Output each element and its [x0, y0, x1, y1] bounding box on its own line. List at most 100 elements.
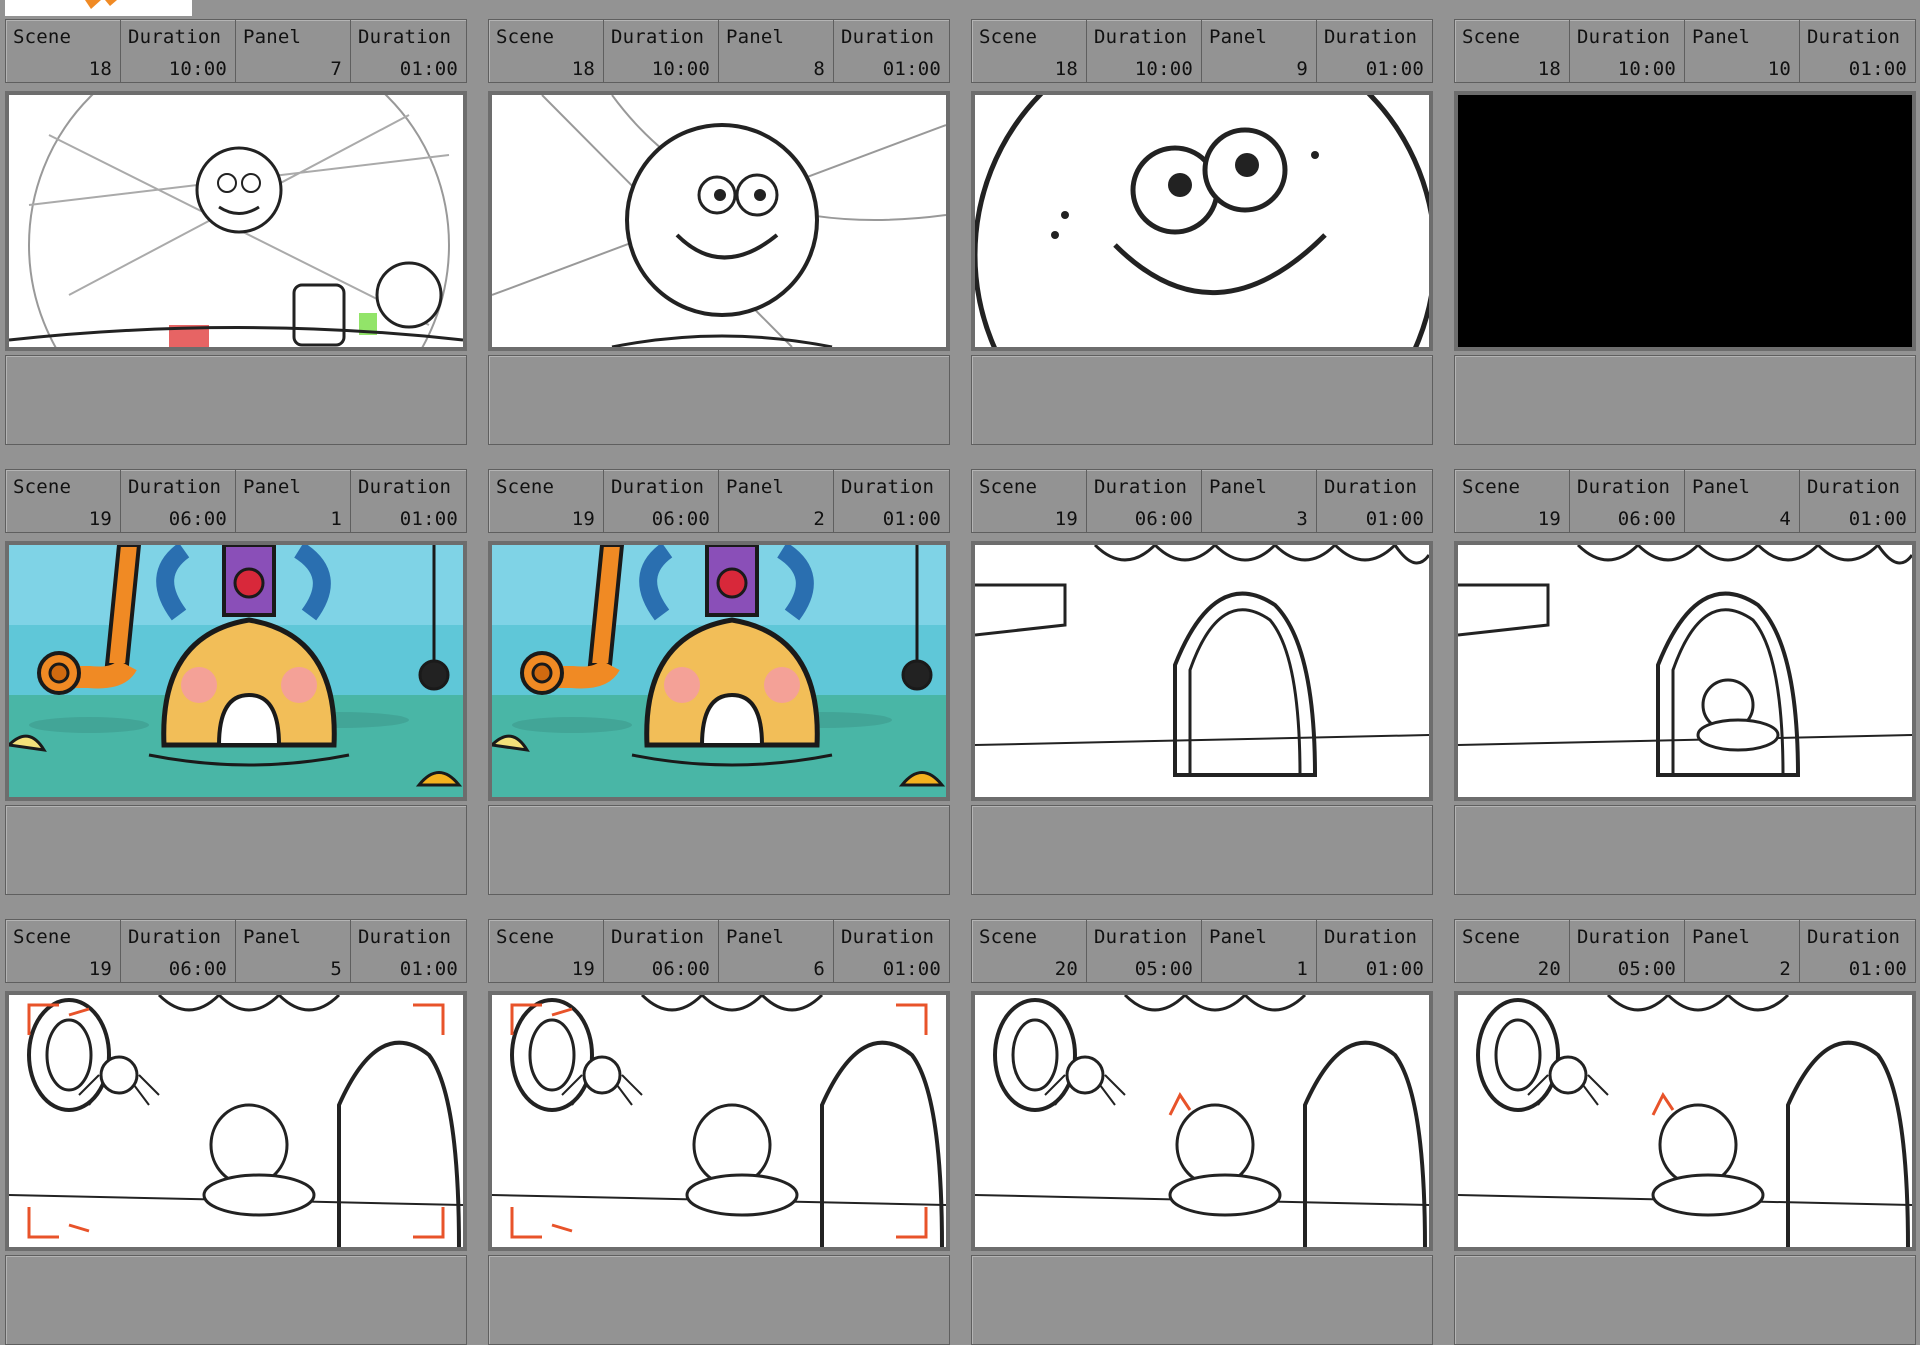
panel-duration-cell: Duration 01:00 — [351, 20, 466, 82]
panel-image[interactable] — [5, 991, 467, 1251]
scene-duration-value: 10:00 — [1134, 58, 1193, 80]
scene-number: 19 — [88, 508, 112, 530]
panel-notes-field[interactable] — [5, 355, 467, 445]
panel-image[interactable] — [488, 991, 950, 1251]
scene-duration-cell: Duration 05:00 — [1570, 920, 1685, 982]
panel-duration-value: 01:00 — [882, 58, 941, 80]
scene-label: Scene — [979, 476, 1038, 498]
panel-notes-field[interactable] — [5, 805, 467, 895]
scene-duration-value: 10:00 — [1617, 58, 1676, 80]
panel-duration-cell: Duration 01:00 — [1317, 470, 1432, 532]
panel-duration-value: 01:00 — [399, 958, 458, 980]
scene-duration-label: Duration — [611, 476, 705, 498]
panel-header: Scene 18 Duration 10:00 Panel 10 Duratio… — [1454, 19, 1916, 83]
panel-label: Panel — [726, 476, 785, 498]
scene-label: Scene — [1462, 476, 1521, 498]
panel-label: Panel — [726, 926, 785, 948]
panel-image[interactable] — [1454, 991, 1916, 1251]
panel-duration-value: 01:00 — [1848, 958, 1907, 980]
scene-cell: Scene 18 — [972, 20, 1087, 82]
panel-duration-cell: Duration 01:00 — [834, 470, 949, 532]
panel-image[interactable] — [971, 91, 1433, 351]
panel-duration-cell: Duration 01:00 — [834, 20, 949, 82]
panel-duration-label: Duration — [1324, 476, 1418, 498]
panel-number: 6 — [813, 958, 825, 980]
scene-duration-label: Duration — [128, 26, 222, 48]
panel-drawing — [1458, 545, 1912, 777]
scene-cell: Scene 18 — [1455, 20, 1570, 82]
scene-duration-label: Duration — [1094, 26, 1188, 48]
scene-number: 19 — [571, 508, 595, 530]
panel-label: Panel — [1692, 476, 1751, 498]
panel-notes-field[interactable] — [488, 355, 950, 445]
scene-label: Scene — [1462, 926, 1521, 948]
panel-notes-field[interactable] — [1454, 355, 1916, 445]
panel-image[interactable] — [971, 541, 1433, 801]
scene-duration-value: 05:00 — [1134, 958, 1193, 980]
panel-drawing — [9, 95, 463, 347]
panel-cell: Panel 5 — [236, 920, 351, 982]
scene-duration-cell: Duration 06:00 — [604, 920, 719, 982]
scene-number: 19 — [571, 958, 595, 980]
scene-cell: Scene 19 — [6, 470, 121, 532]
panel-header: Scene 18 Duration 10:00 Panel 7 Duration… — [5, 19, 467, 83]
panel-duration-label: Duration — [1324, 926, 1418, 948]
panel-duration-value: 01:00 — [399, 58, 458, 80]
panel-duration-value: 01:00 — [1848, 508, 1907, 530]
panel-notes-field[interactable] — [1454, 1255, 1916, 1345]
panel-notes-field[interactable] — [971, 805, 1433, 895]
panel-cell: Panel 2 — [1685, 920, 1800, 982]
panel-image[interactable] — [1454, 91, 1916, 351]
panel-duration-label: Duration — [841, 26, 935, 48]
panel-duration-label: Duration — [358, 476, 452, 498]
panel-image[interactable] — [971, 991, 1433, 1251]
scene-number: 20 — [1537, 958, 1561, 980]
panel-duration-cell: Duration 01:00 — [834, 920, 949, 982]
panel-duration-label: Duration — [1807, 476, 1901, 498]
panel-notes-field[interactable] — [488, 805, 950, 895]
panel-notes-field[interactable] — [488, 1255, 950, 1345]
panel-number: 7 — [330, 58, 342, 80]
scene-label: Scene — [1462, 26, 1521, 48]
scene-duration-label: Duration — [1577, 26, 1671, 48]
panel-image[interactable] — [5, 541, 467, 801]
panel-image[interactable] — [488, 91, 950, 351]
scene-duration-value: 06:00 — [168, 508, 227, 530]
scene-duration-label: Duration — [611, 26, 705, 48]
scene-label: Scene — [13, 26, 72, 48]
panel-drawing — [975, 545, 1429, 777]
panel-cell: Panel 6 — [719, 920, 834, 982]
panel-image[interactable] — [5, 91, 467, 351]
panel-header: Scene 19 Duration 06:00 Panel 6 Duration… — [488, 919, 950, 983]
scene-duration-cell: Duration 10:00 — [1570, 20, 1685, 82]
panel-number: 9 — [1296, 58, 1308, 80]
panel-image[interactable] — [1454, 541, 1916, 801]
panel-duration-label: Duration — [358, 926, 452, 948]
panel-cell: Panel 1 — [1202, 920, 1317, 982]
panel-duration-label: Duration — [841, 926, 935, 948]
panel-image[interactable] — [488, 541, 950, 801]
scene-duration-cell: Duration 06:00 — [1087, 470, 1202, 532]
panel-cell: Panel 7 — [236, 20, 351, 82]
panel-notes-field[interactable] — [971, 1255, 1433, 1345]
panel-notes-field[interactable] — [1454, 805, 1916, 895]
panel-duration-value: 01:00 — [1848, 58, 1907, 80]
panel-notes-field[interactable] — [5, 1255, 467, 1345]
scene-cell: Scene 19 — [6, 920, 121, 982]
panel-drawing — [9, 545, 463, 797]
scene-label: Scene — [13, 926, 72, 948]
panel-notes-field[interactable] — [971, 355, 1433, 445]
panel-cell: Panel 3 — [1202, 470, 1317, 532]
scene-cell: Scene 19 — [489, 920, 604, 982]
panel-label: Panel — [726, 26, 785, 48]
scene-number: 19 — [1537, 508, 1561, 530]
scene-label: Scene — [496, 476, 555, 498]
scene-duration-value: 06:00 — [168, 958, 227, 980]
scene-duration-cell: Duration 10:00 — [1087, 20, 1202, 82]
scene-number: 19 — [1054, 508, 1078, 530]
panel-label: Panel — [1692, 26, 1751, 48]
panel-cell: Panel 2 — [719, 470, 834, 532]
scene-label: Scene — [979, 26, 1038, 48]
scene-duration-cell: Duration 06:00 — [121, 920, 236, 982]
panel-label: Panel — [243, 476, 302, 498]
